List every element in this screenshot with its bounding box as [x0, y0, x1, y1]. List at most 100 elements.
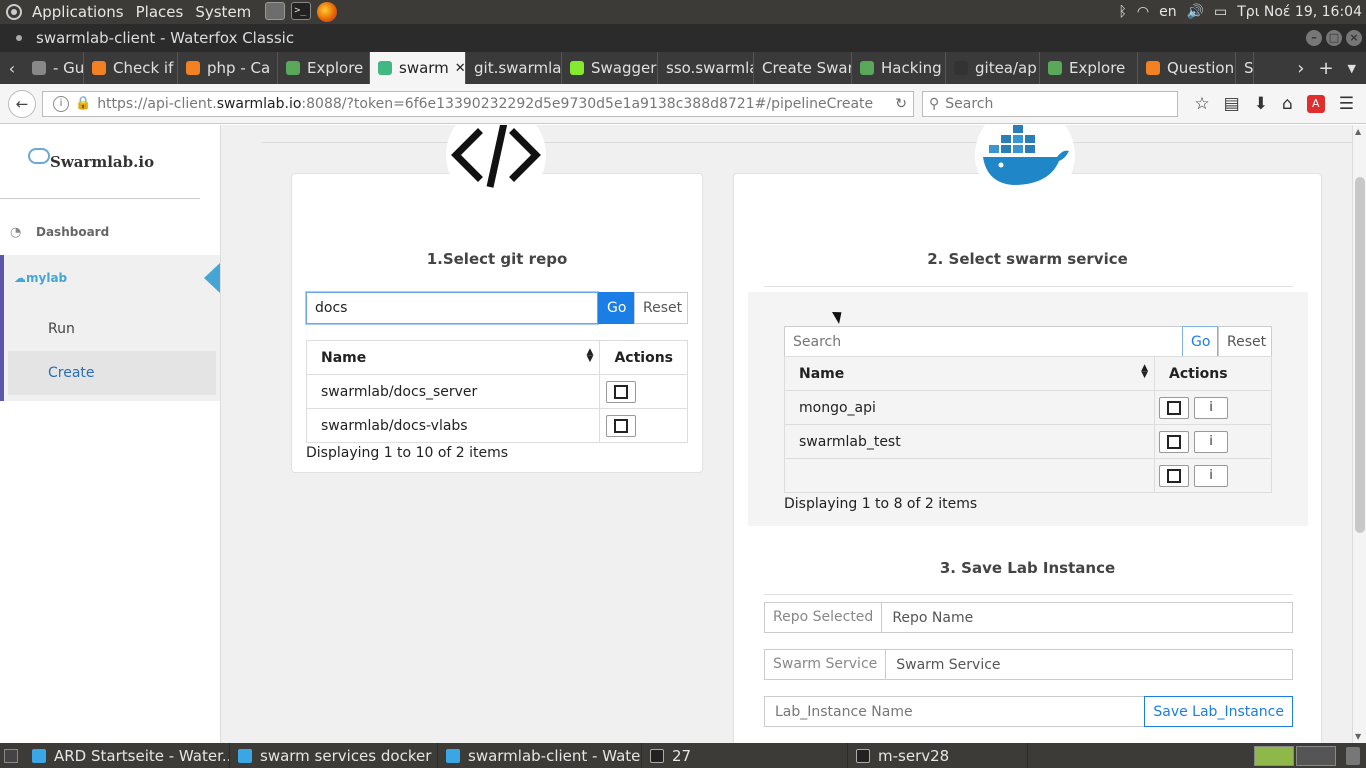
git-go-button[interactable]: Go — [598, 292, 634, 324]
tab-list-icon[interactable]: ▼ — [1348, 62, 1356, 75]
sidebar-item-mylab[interactable]: ☁ mylab — [0, 255, 220, 301]
addon-icon[interactable]: A — [1306, 94, 1325, 113]
tab-label: gitea/ap — [975, 59, 1037, 77]
download-icon[interactable]: ⬇ — [1254, 94, 1268, 114]
scrollbar-thumb[interactable] — [1355, 177, 1365, 533]
browser-tab[interactable]: Explore — [278, 52, 370, 84]
browser-tab[interactable]: Explore — [1040, 52, 1138, 84]
taskbar-window-button[interactable]: swarm services docker ... — [230, 743, 438, 768]
home-icon[interactable]: ⌂ — [1282, 94, 1293, 114]
select-checkbox[interactable] — [606, 414, 637, 437]
applications-menu[interactable]: Applications — [32, 3, 124, 21]
brand[interactable]: Swarmlab.io — [0, 125, 200, 199]
swarm-reset-button[interactable]: Reset — [1218, 326, 1272, 358]
page-scrollbar[interactable]: ▲ ▼ — [1352, 125, 1366, 743]
info-button[interactable]: i — [1194, 464, 1228, 487]
workspace-2[interactable] — [1296, 745, 1336, 766]
browser-tab[interactable]: Swagger — [562, 52, 658, 84]
col-name-header[interactable]: Name ▲ ▼ — [305, 340, 601, 375]
git-reset-button[interactable]: Reset — [634, 292, 688, 324]
firefox-icon[interactable] — [317, 2, 338, 22]
trash-icon[interactable] — [1346, 746, 1360, 765]
battery-icon[interactable]: ▭ — [1214, 4, 1227, 20]
bookmark-star-icon[interactable]: ☆ — [1194, 94, 1209, 114]
tab-label: git.swarmla — [474, 59, 562, 77]
select-checkbox[interactable] — [1159, 396, 1189, 419]
select-checkbox[interactable] — [1159, 430, 1189, 453]
browser-tab[interactable]: - Gu — [24, 52, 84, 84]
ubuntu-logo-icon[interactable] — [6, 4, 22, 20]
swarm-service-input[interactable] — [886, 649, 1293, 680]
select-checkbox[interactable] — [1159, 464, 1189, 487]
scroll-down-icon[interactable]: ▼ — [1355, 732, 1361, 741]
system-menu[interactable]: System — [195, 3, 251, 21]
sidebar-item-dashboard[interactable]: ◔ Dashboard — [0, 209, 220, 255]
browser-tab[interactable]: git.swarmla — [466, 52, 562, 84]
browser-tab[interactable]: Hacking — [852, 52, 946, 84]
back-icon[interactable]: ← — [8, 89, 36, 118]
taskbar-label: swarmlab-client - Wate... — [468, 746, 642, 765]
sidebar-item-create[interactable]: Create — [8, 351, 216, 395]
scroll-tabs-right-icon[interactable]: › — [1297, 58, 1304, 79]
browser-tab[interactable]: S — [1236, 52, 1254, 84]
scroll-tabs-left-icon[interactable]: ‹ — [0, 59, 24, 78]
taskbar-window-button[interactable]: 27 — [642, 743, 848, 768]
repo-name-input[interactable] — [882, 602, 1293, 633]
sort-icon[interactable]: ▲ ▼ — [1141, 364, 1148, 380]
repo-selected-addon: Repo Selected — [764, 602, 883, 633]
browser-tab[interactable]: Check if — [84, 52, 178, 84]
save-section-title: 3. Save Lab Instance — [939, 559, 1116, 577]
browser-search-input[interactable]: ⚲ Search — [922, 90, 1178, 117]
taskbar-window-button[interactable]: ARD Startseite - Water... — [24, 743, 230, 768]
workspace-1[interactable] — [1254, 745, 1294, 766]
window-menu-icon[interactable] — [16, 35, 22, 41]
info-button[interactable]: i — [1194, 430, 1228, 453]
keyboard-layout-indicator[interactable]: en — [1159, 4, 1177, 20]
tab-label: Create Swar — [762, 59, 852, 77]
bluetooth-icon[interactable]: ᛒ — [1118, 4, 1126, 20]
swarm-go-button[interactable]: Go — [1182, 326, 1218, 358]
repo-name-cell: swarmlab/docs-vlabs — [305, 408, 601, 443]
lab-instance-name-input[interactable] — [764, 696, 1145, 727]
browser-tab[interactable]: Question — [1138, 52, 1236, 84]
close-icon[interactable]: × — [1346, 30, 1362, 46]
window-title: swarmlab-client - Waterfox Classic — [36, 29, 295, 47]
wifi-icon[interactable]: ◠ — [1137, 4, 1149, 20]
reading-list-icon[interactable]: ▤ — [1224, 94, 1240, 114]
col-name-header[interactable]: Name ▲ ▼ — [784, 356, 1155, 391]
sidebar-item-run[interactable]: Run — [8, 307, 216, 351]
taskbar-window-button[interactable]: m-serv28 — [848, 743, 1028, 768]
browser-tab[interactable]: Create Swar — [754, 52, 852, 84]
swarm-card-title: 2. Select swarm service — [927, 250, 1128, 268]
site-info-icon[interactable]: i — [53, 95, 69, 112]
reload-icon[interactable]: ↻ — [895, 96, 907, 112]
browser-tab[interactable]: gitea/ap — [946, 52, 1040, 84]
swarm-search-input[interactable] — [784, 326, 1182, 358]
volume-icon[interactable]: 🔊 — [1187, 4, 1204, 20]
close-tab-icon[interactable]: ✕ — [455, 61, 465, 76]
maximize-icon[interactable]: □ — [1326, 30, 1342, 46]
clock[interactable]: Τρι Νοέ 19, 16:04 — [1237, 4, 1362, 20]
git-search-input[interactable] — [306, 292, 598, 324]
browser-tab[interactable]: swarm ✕ — [370, 52, 466, 84]
save-lab-instance-button[interactable]: Save Lab_Instance — [1144, 696, 1293, 727]
file-manager-icon[interactable] — [265, 2, 286, 20]
hamburger-menu-icon[interactable]: ☰ — [1339, 94, 1354, 114]
terminal-icon[interactable]: >_ — [291, 2, 312, 20]
taskbar-window-button[interactable]: swarmlab-client - Wate... — [438, 743, 642, 768]
new-tab-icon[interactable]: + — [1318, 58, 1333, 79]
sort-icon[interactable]: ▲ ▼ — [587, 348, 594, 364]
browser-tab[interactable]: sso.swarmla — [658, 52, 754, 84]
places-menu[interactable]: Places — [136, 3, 184, 21]
url-bar[interactable]: i 🔒 https://api-client. swarmlab.io:8088/… — [42, 90, 914, 117]
tab-favicon-icon — [92, 61, 106, 75]
active-indicator-icon — [204, 263, 220, 293]
bottom-taskbar: ARD Startseite - Water... swarm services … — [0, 743, 1366, 768]
swarm-service-card: 2. Select swarm service Go Reset Name▲▼ … — [733, 173, 1322, 743]
browser-tab[interactable]: php - Ca — [178, 52, 278, 84]
info-button[interactable]: i — [1194, 396, 1228, 419]
show-desktop-icon[interactable] — [4, 748, 18, 763]
select-checkbox[interactable] — [606, 380, 637, 403]
minimize-icon[interactable]: – — [1306, 30, 1322, 46]
scroll-up-icon[interactable]: ▲ — [1355, 127, 1361, 136]
